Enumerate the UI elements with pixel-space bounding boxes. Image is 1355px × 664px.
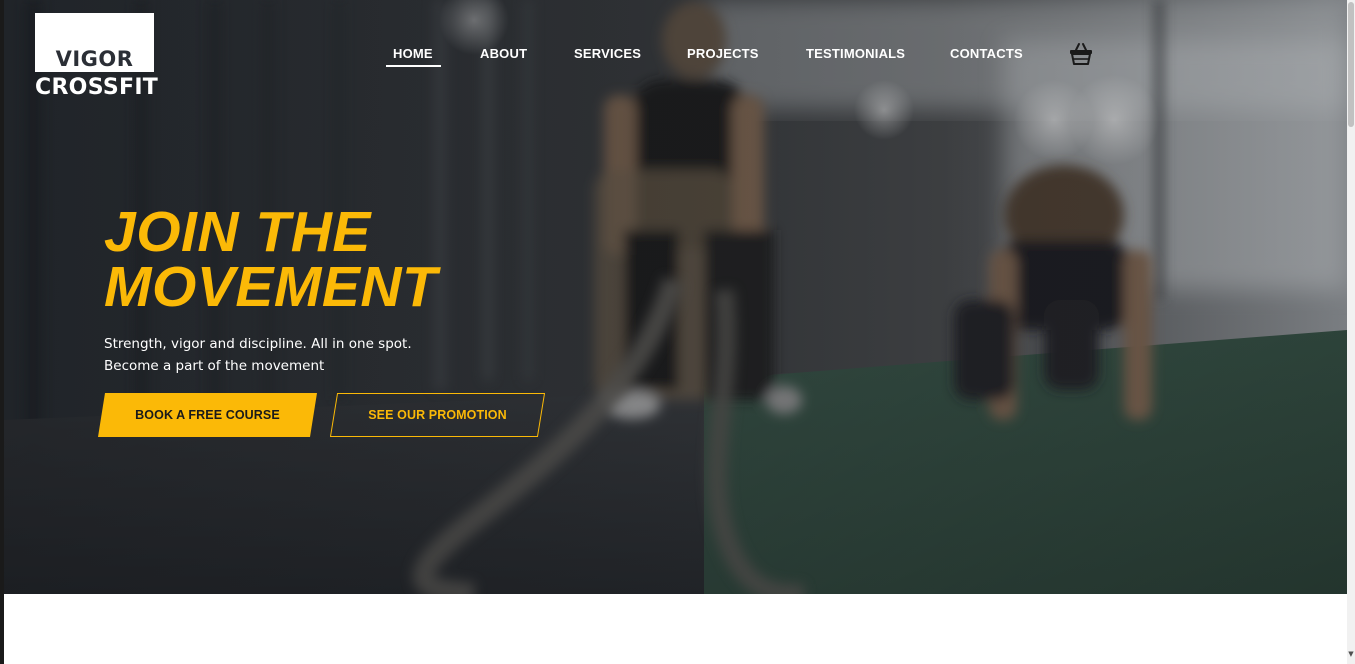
next-section xyxy=(4,594,1347,664)
hero-headline-line1: JOIN THE xyxy=(104,200,371,264)
scroll-down-arrow-icon[interactable]: ▼ xyxy=(1347,648,1355,660)
book-free-course-button[interactable]: BOOK A FREE COURSE xyxy=(98,393,317,437)
hero-section: VIGOR CROSSFIT HOME ABOUT SERVICES PROJE… xyxy=(4,0,1347,594)
page-viewport: VIGOR CROSSFIT HOME ABOUT SERVICES PROJE… xyxy=(4,0,1347,664)
nav-item-testimonials[interactable]: TESTIMONIALS xyxy=(806,46,905,61)
nav-item-projects[interactable]: PROJECTS xyxy=(687,46,759,61)
browser-frame: VIGOR CROSSFIT HOME ABOUT SERVICES PROJE… xyxy=(0,0,1355,664)
nav-item-about[interactable]: ABOUT xyxy=(480,46,527,61)
basket-icon[interactable] xyxy=(1068,42,1094,66)
nav-item-contacts[interactable]: CONTACTS xyxy=(950,46,1023,61)
hero-subtext: Strength, vigor and discipline. All in o… xyxy=(104,333,412,377)
main-navigation: HOME ABOUT SERVICES PROJECTS TESTIMONIAL… xyxy=(4,0,1347,90)
nav-item-services[interactable]: SERVICES xyxy=(574,46,641,61)
scrollbar-thumb[interactable] xyxy=(1348,2,1354,127)
hero-subtext-line1: Strength, vigor and discipline. All in o… xyxy=(104,336,412,352)
vertical-scrollbar[interactable]: ▼ xyxy=(1347,0,1355,664)
see-promotion-button[interactable]: SEE OUR PROMOTION xyxy=(330,393,545,437)
hero-headline-line2: MOVEMENT xyxy=(104,255,438,319)
nav-active-underline xyxy=(386,65,441,67)
promo-button-label: SEE OUR PROMOTION xyxy=(368,408,507,422)
book-button-label: BOOK A FREE COURSE xyxy=(135,408,280,422)
nav-item-home[interactable]: HOME xyxy=(393,46,433,61)
hero-subtext-line2: Become a part of the movement xyxy=(104,358,325,374)
hero-headline: JOIN THE MOVEMENT xyxy=(104,200,438,319)
